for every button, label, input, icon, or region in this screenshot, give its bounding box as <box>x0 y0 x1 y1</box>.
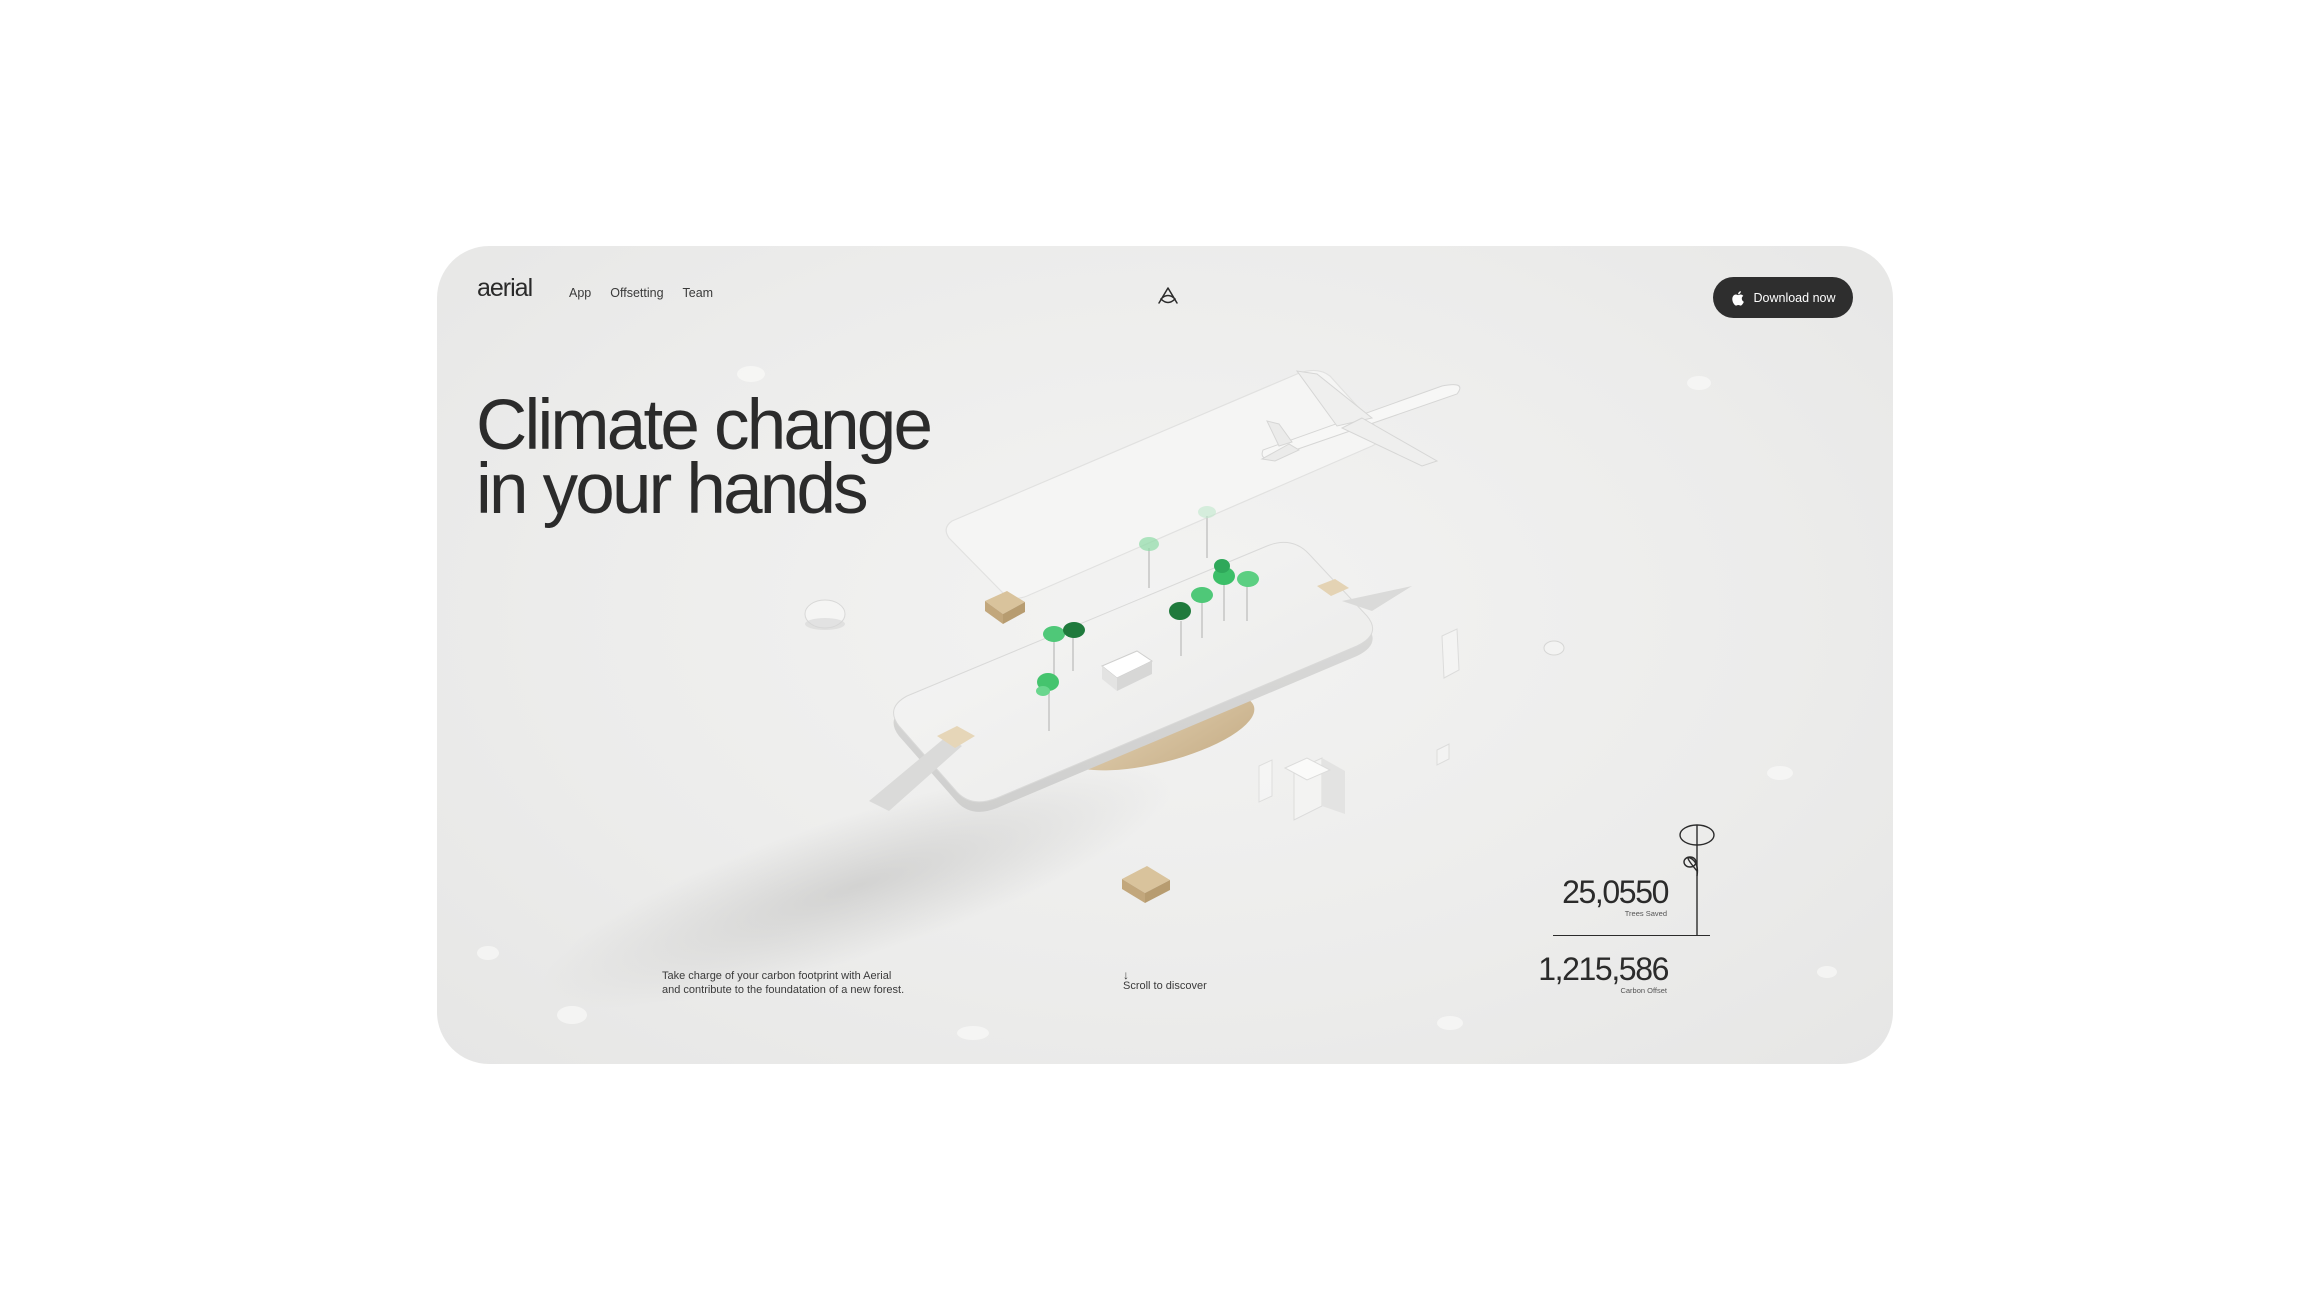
hero-card: aerial App Offsetting Team Download now … <box>437 246 1893 1064</box>
carbon-offset-value: 1,215,586 <box>1538 951 1669 987</box>
trees-saved-label: Trees Saved <box>1624 909 1667 918</box>
nav-link-team[interactable]: Team <box>683 286 714 300</box>
hero-illustration <box>542 369 1715 1008</box>
carbon-offset-label: Carbon Offset <box>1620 986 1667 995</box>
hero-title-line-1: Climate change <box>476 386 933 465</box>
hero-title-line-2: in your hands <box>476 450 869 529</box>
stats-divider <box>1553 935 1710 936</box>
block <box>1436 743 1450 766</box>
nav-link-offsetting[interactable]: Offsetting <box>610 286 663 300</box>
hero-title: Climate change in your hands <box>476 386 933 529</box>
scroll-label: Scroll to discover <box>1123 980 1207 992</box>
block <box>1441 628 1460 679</box>
tree-line-icon <box>1679 824 1715 935</box>
hero-tagline: Take charge of your carbon footprint wit… <box>662 969 922 997</box>
scroll-indicator[interactable]: ↓ Scroll to discover <box>1123 968 1207 992</box>
sphere <box>1543 640 1565 656</box>
trees-saved-value: 25,0550 <box>1562 874 1669 910</box>
tagline-line-1: Take charge of your carbon footprint wit… <box>662 970 892 982</box>
main-nav: App Offsetting Team <box>569 286 713 300</box>
download-button[interactable]: Download now <box>1713 277 1853 318</box>
block <box>1322 758 1345 814</box>
arrow-down-icon: ↓ <box>1123 968 1129 982</box>
brand-logo[interactable]: aerial <box>477 274 533 303</box>
apple-icon <box>1731 290 1744 306</box>
tagline-line-2: and contribute to the foundatation of a … <box>662 984 905 996</box>
nav-link-app[interactable]: App <box>569 286 591 300</box>
aerial-mark-icon[interactable] <box>1155 286 1181 306</box>
block <box>1258 759 1273 803</box>
download-button-label: Download now <box>1753 290 1836 305</box>
